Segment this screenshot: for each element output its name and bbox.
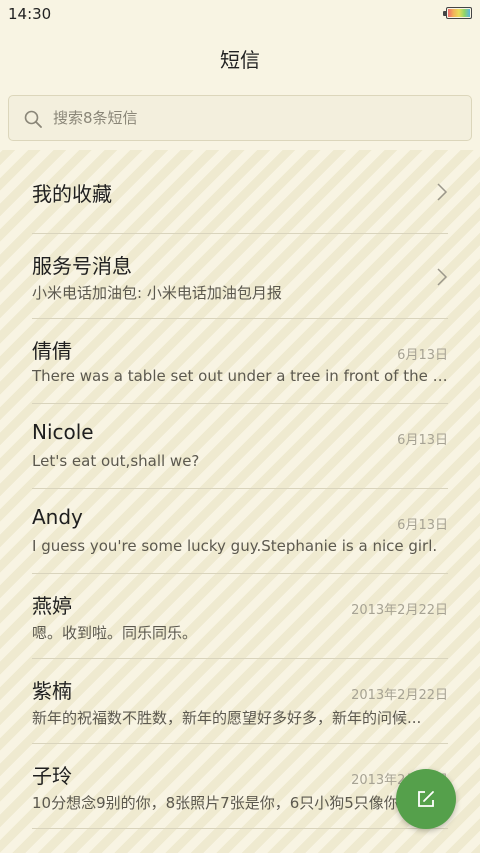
search-bar [0, 86, 480, 150]
battery-icon [443, 7, 472, 19]
search-box[interactable] [8, 95, 472, 141]
conversation-preview: 嗯。收到啦。同乐同乐。 [32, 624, 198, 642]
list-item[interactable]: Andy 6月13日 I guess you're some lucky guy… [32, 489, 448, 574]
conversation-preview: 小米电话加油包: 小米电话加油包月报 [32, 284, 282, 302]
header: 短信 [0, 28, 480, 87]
list-item[interactable]: 服务号消息 小米电话加油包: 小米电话加油包月报 [32, 234, 448, 319]
list-item[interactable]: 燕婷 2013年2月22日 嗯。收到啦。同乐同乐。 [32, 574, 448, 659]
chevron-right-icon [437, 183, 448, 201]
status-bar: 14:30 [0, 0, 480, 28]
conversation-name: Andy [32, 505, 83, 529]
conversation-name: 紫楠 [32, 679, 72, 703]
conversation-list: 我的收藏 服务号消息 小米电话加油包: 小米电话加油包月报 倩倩 6月13日 T… [0, 150, 480, 829]
page-title: 短信 [220, 48, 260, 72]
conversation-date: 6月13日 [397, 348, 448, 363]
battery-fill [448, 9, 470, 17]
conversation-preview: 10分想念9别的你，8张照片7张是你，6只小狗5只像你 [32, 794, 399, 812]
list-item[interactable]: 子玲 2013年2月22日 10分想念9别的你，8张照片7张是你，6只小狗5只像… [32, 744, 448, 829]
conversation-name: 服务号消息 [32, 254, 132, 278]
status-time: 14:30 [8, 5, 52, 23]
conversation-name: 倩倩 [32, 339, 72, 363]
conversation-date: 6月13日 [397, 433, 448, 448]
favorites-title: 我的收藏 [32, 182, 112, 206]
favorites-row[interactable]: 我的收藏 [32, 150, 448, 234]
search-input[interactable] [53, 97, 453, 139]
conversation-name: 子玲 [32, 764, 72, 788]
conversation-preview: There was a table set out under a tree i… [32, 367, 448, 385]
compose-button[interactable] [396, 769, 456, 829]
compose-icon [418, 791, 434, 807]
conversation-preview: Let's eat out,shall we? [32, 452, 200, 470]
list-item[interactable]: 倩倩 6月13日 There was a table set out under… [32, 319, 448, 404]
chevron-right-icon [437, 268, 448, 286]
conversation-date: 2013年2月22日 [351, 688, 448, 703]
conversation-date: 6月13日 [397, 518, 448, 533]
conversation-preview: 新年的祝福数不胜数，新年的愿望好多好多，新年的问候... [32, 709, 422, 727]
list-item[interactable]: Nicole 6月13日 Let's eat out,shall we? [32, 404, 448, 489]
search-icon [24, 110, 42, 128]
list-item[interactable]: 紫楠 2013年2月22日 新年的祝福数不胜数，新年的愿望好多好多，新年的问候.… [32, 659, 448, 744]
conversation-name: Nicole [32, 420, 94, 444]
conversation-date: 2013年2月22日 [351, 603, 448, 618]
conversation-preview: I guess you're some lucky guy.Stephanie … [32, 537, 438, 555]
conversation-name: 燕婷 [32, 594, 72, 618]
